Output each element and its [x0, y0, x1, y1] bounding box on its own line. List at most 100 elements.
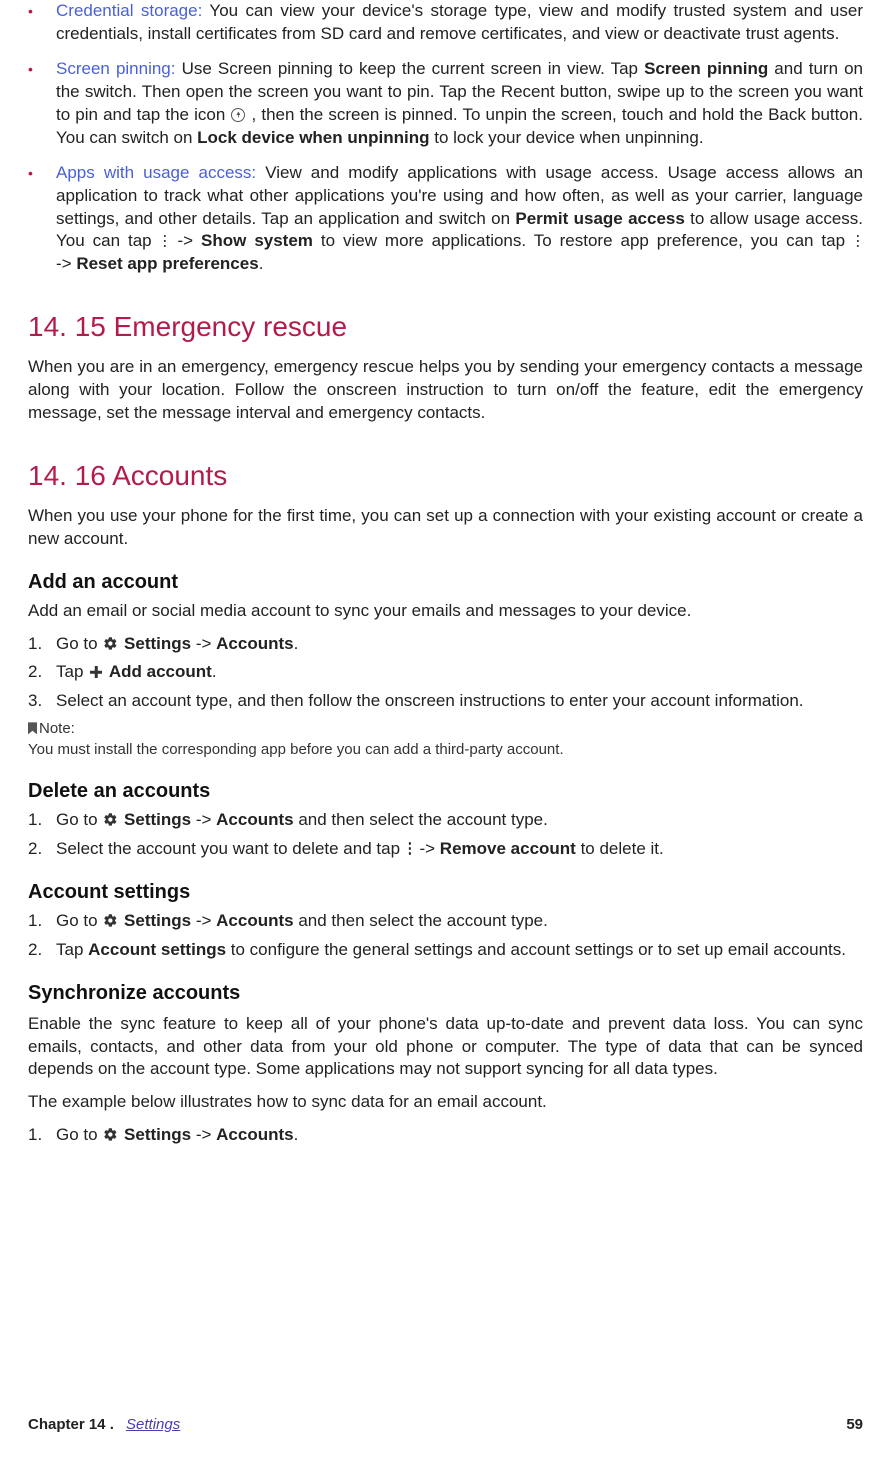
bold-add-account: Add account: [109, 662, 212, 681]
text: ->: [191, 810, 216, 829]
more-vert-icon: [854, 234, 862, 248]
note-label-text: Note:: [39, 720, 75, 737]
security-bullet-list: • Credential storage: You can view your …: [28, 0, 863, 276]
text: ->: [191, 1125, 216, 1144]
footer-chapter: Chapter 14 .: [28, 1416, 114, 1433]
step-content: Go to Settings -> Accounts.: [56, 633, 298, 656]
bullet-content: Apps with usage access: View and modify …: [56, 162, 863, 277]
bullet-content: Credential storage: You can view your de…: [56, 0, 863, 46]
text: .: [212, 662, 217, 681]
step-number: 2.: [28, 838, 56, 861]
text: to delete it.: [576, 839, 664, 858]
topic-label: Screen pinning:: [56, 59, 176, 78]
bold-show-system: Show system: [201, 231, 313, 250]
text: and then select the account type.: [294, 810, 548, 829]
text: Tap: [56, 940, 88, 959]
text: Go to: [56, 1125, 102, 1144]
bullet-apps-usage-access: • Apps with usage access: View and modif…: [28, 162, 863, 277]
accounts-intro: When you use your phone for the first ti…: [28, 505, 863, 551]
text: .: [294, 1125, 299, 1144]
add-account-lead: Add an email or social media account to …: [28, 600, 863, 623]
text: Go to: [56, 911, 102, 930]
subheading-add-account: Add an account: [28, 569, 863, 596]
bullet-marker: •: [28, 58, 56, 80]
settings-icon: [103, 636, 118, 651]
bold-settings: Settings: [124, 634, 191, 653]
sync-body-2: The example below illustrates how to syn…: [28, 1091, 863, 1114]
step-number: 2.: [28, 939, 56, 962]
topic-label: Credential storage:: [56, 1, 202, 20]
text: to configure the general settings and ac…: [226, 940, 846, 959]
pin-icon: [231, 108, 245, 122]
text: Select the account you want to delete an…: [56, 839, 405, 858]
list-item: 2. Select the account you want to delete…: [28, 838, 863, 861]
bold-accounts: Accounts: [216, 634, 293, 653]
step-content: Go to Settings -> Accounts and then sele…: [56, 809, 548, 832]
list-item: 3. Select an account type, and then foll…: [28, 690, 863, 713]
list-item: 1. Go to Settings -> Accounts and then s…: [28, 910, 863, 933]
bold-account-settings: Account settings: [88, 940, 226, 959]
delete-account-steps: 1. Go to Settings -> Accounts and then s…: [28, 809, 863, 861]
topic-label: Apps with usage access:: [56, 163, 256, 182]
subheading-account-settings: Account settings: [28, 879, 863, 906]
bullet-credential-storage: • Credential storage: You can view your …: [28, 0, 863, 46]
list-item: 2. Tap Add account.: [28, 661, 863, 684]
bold-lock-device: Lock device when unpinning: [197, 128, 429, 147]
settings-icon: [103, 812, 118, 827]
bullet-content: Screen pinning: Use Screen pinning to ke…: [56, 58, 863, 150]
text: .: [294, 634, 299, 653]
text: Tap: [56, 662, 88, 681]
arrow: ->: [170, 231, 201, 250]
text: Go to: [56, 634, 102, 653]
step-number: 1.: [28, 633, 56, 656]
heading-accounts: 14. 16 Accounts: [28, 457, 863, 495]
step-content: Go to Settings -> Accounts.: [56, 1124, 298, 1147]
bookmark-icon: [28, 722, 37, 734]
account-settings-steps: 1. Go to Settings -> Accounts and then s…: [28, 910, 863, 962]
step-content: Go to Settings -> Accounts and then sele…: [56, 910, 548, 933]
text: to view more applications. To restore ap…: [313, 231, 853, 250]
text: Use Screen pinning to keep the current s…: [176, 59, 645, 78]
bold-screen-pinning: Screen pinning: [644, 59, 768, 78]
heading-emergency-rescue: 14. 15 Emergency rescue: [28, 308, 863, 346]
text: to lock your device when unpinning.: [430, 128, 704, 147]
bold-settings: Settings: [124, 1125, 191, 1144]
list-item: 1. Go to Settings -> Accounts.: [28, 633, 863, 656]
text: ->: [191, 911, 216, 930]
arrow: ->: [56, 254, 76, 273]
step-number: 3.: [28, 690, 56, 713]
sync-body-1: Enable the sync feature to keep all of y…: [28, 1013, 863, 1082]
text: .: [259, 254, 264, 273]
text: ->: [415, 839, 440, 858]
bullet-marker: •: [28, 162, 56, 184]
note-label: Note:: [28, 719, 863, 739]
step-number: 1.: [28, 809, 56, 832]
text: ->: [191, 634, 216, 653]
text: and then select the account type.: [294, 911, 548, 930]
step-content: Tap Account settings to configure the ge…: [56, 939, 846, 962]
list-item: 1. Go to Settings -> Accounts and then s…: [28, 809, 863, 832]
page-footer: Chapter 14 . Settings 59: [28, 1415, 863, 1435]
bold-accounts: Accounts: [216, 911, 293, 930]
step-content: Select the account you want to delete an…: [56, 838, 664, 861]
bullet-marker: •: [28, 0, 56, 22]
more-vert-icon: [406, 842, 414, 856]
footer-link-settings[interactable]: Settings: [126, 1416, 180, 1433]
bold-settings: Settings: [124, 911, 191, 930]
step-number: 2.: [28, 661, 56, 684]
text: Go to: [56, 810, 102, 829]
add-account-steps: 1. Go to Settings -> Accounts. 2. Tap Ad…: [28, 633, 863, 714]
more-vert-icon: [161, 234, 169, 248]
list-item: 1. Go to Settings -> Accounts.: [28, 1124, 863, 1147]
plus-icon: [89, 665, 103, 679]
settings-icon: [103, 1127, 118, 1142]
footer-page-number: 59: [846, 1415, 863, 1435]
sync-steps: 1. Go to Settings -> Accounts.: [28, 1124, 863, 1147]
bold-settings: Settings: [124, 810, 191, 829]
step-number: 1.: [28, 910, 56, 933]
note-text: You must install the corresponding app b…: [28, 740, 863, 760]
bullet-screen-pinning: • Screen pinning: Use Screen pinning to …: [28, 58, 863, 150]
footer-left: Chapter 14 . Settings: [28, 1415, 180, 1435]
bold-accounts: Accounts: [216, 810, 293, 829]
bold-permit-usage: Permit usage access: [515, 209, 684, 228]
